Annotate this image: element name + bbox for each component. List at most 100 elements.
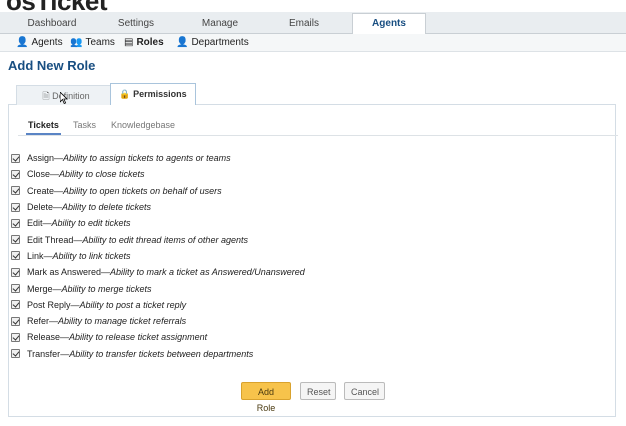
tab-tickets[interactable]: Tickets (26, 119, 61, 135)
section-tabs: 🗎 Definition 🔒 Permissions (8, 83, 616, 106)
tab-settings[interactable]: Settings (94, 14, 178, 34)
permission-checkbox[interactable] (11, 332, 20, 342)
permission-description: Ability to post a ticket reply (79, 299, 187, 310)
permission-checkbox[interactable] (11, 169, 20, 179)
subnav-teams-label: Teams (85, 37, 115, 48)
permission-checkbox[interactable] (11, 153, 20, 163)
permission-checkbox[interactable] (11, 251, 20, 261)
permission-name: Delete (27, 202, 54, 213)
permission-description: Ability to link tickets (52, 250, 131, 261)
reset-button[interactable]: Reset (300, 382, 336, 400)
permission-row-post-reply: Post Reply — Ability to post a ticket re… (11, 297, 611, 313)
permission-separator: — (70, 299, 80, 310)
permission-separator: — (52, 283, 62, 294)
subnav-departments[interactable]: 👤 Departments (176, 37, 249, 48)
departments-icon: 👤 (176, 36, 189, 48)
cancel-button[interactable]: Cancel (344, 382, 385, 400)
permission-checkbox[interactable] (11, 202, 20, 212)
permission-checkbox[interactable] (11, 267, 20, 277)
agent-icon: 👤 (16, 36, 29, 48)
lock-icon: 🔒 (119, 89, 131, 99)
mouse-cursor-icon (60, 92, 68, 104)
permission-row-transfer: Transfer — Ability to transfer tickets b… (11, 346, 611, 362)
permission-separator: — (60, 332, 70, 343)
document-icon: 🗎 (42, 91, 50, 101)
tab-dashboard[interactable]: Dashboard (10, 14, 94, 34)
tab-permissions-label: Permissions (133, 89, 187, 99)
permission-description: Ability to edit tickets (51, 218, 131, 229)
permission-separator: — (49, 316, 59, 327)
permission-description: Ability to close tickets (59, 169, 145, 180)
subnav-agents[interactable]: 👤 Agents (16, 37, 63, 48)
permission-description: Ability to transfer tickets between depa… (69, 348, 254, 359)
subnav-roles[interactable]: ▤ Roles (124, 37, 164, 48)
permission-description: Ability to merge tickets (61, 283, 152, 294)
permission-description: Ability to assign tickets to agents or t… (63, 153, 231, 164)
permission-separator: — (43, 250, 53, 261)
permission-checkbox[interactable] (11, 235, 20, 245)
permission-name: Edit Thread (27, 234, 74, 245)
permission-row-close: Close — Ability to close tickets (11, 166, 611, 182)
permission-description: Ability to mark a ticket as Answered/Una… (110, 267, 305, 278)
permission-row-refer: Refer — Ability to manage ticket referra… (11, 313, 611, 329)
tab-permissions[interactable]: 🔒 Permissions (110, 83, 196, 106)
permission-row-delete: Delete — Ability to delete tickets (11, 199, 611, 215)
permission-separator: — (50, 169, 60, 180)
roles-icon: ▤ (124, 36, 134, 48)
permission-row-release: Release — Ability to release ticket assi… (11, 329, 611, 345)
permission-name: Post Reply (27, 299, 71, 310)
permission-checkbox[interactable] (11, 218, 20, 228)
permission-description: Ability to manage ticket referrals (58, 316, 187, 327)
permission-row-merge: Merge — Ability to merge tickets (11, 280, 611, 296)
permission-row-create: Create — Ability to open tickets on beha… (11, 183, 611, 199)
permission-name: Transfer (27, 348, 61, 359)
permission-row-edit-thread: Edit Thread — Ability to edit thread ite… (11, 231, 611, 247)
tab-emails[interactable]: Emails (262, 14, 346, 34)
permission-separator: — (53, 202, 63, 213)
permission-separator: — (60, 348, 70, 359)
permission-name: Link (27, 250, 44, 261)
permission-row-assign: Assign — Ability to assign tickets to ag… (11, 150, 611, 166)
permission-description: Ability to delete tickets (62, 202, 152, 213)
permission-checkbox[interactable] (11, 300, 20, 310)
permission-name: Refer (27, 316, 50, 327)
permission-checkbox[interactable] (11, 186, 20, 196)
logo-strip: osTicket (0, 0, 626, 12)
tab-knowledgebase[interactable]: Knowledgebase (109, 119, 177, 135)
sub-nav: 👤 Agents 👥 Teams ▤ Roles 👤 Departments (0, 34, 626, 52)
tab-agents[interactable]: Agents (352, 13, 426, 35)
permission-separator: — (54, 185, 64, 196)
subnav-departments-label: Departments (191, 37, 249, 48)
permission-name: Edit (27, 218, 43, 229)
main-nav: Dashboard Settings Manage Emails Agents (0, 12, 626, 35)
add-role-button[interactable]: Add Role (241, 382, 291, 413)
permission-category-tabs: Tickets Tasks Knowledgebase (18, 118, 618, 136)
permission-name: Merge (27, 283, 53, 294)
permission-name: Assign (27, 153, 55, 164)
permission-name: Mark as Answered (27, 267, 102, 278)
subnav-teams[interactable]: 👥 Teams (70, 37, 115, 48)
tab-manage[interactable]: Manage (178, 14, 262, 34)
permissions-list: Assign — Ability to assign tickets to ag… (11, 150, 611, 362)
tab-tasks[interactable]: Tasks (71, 119, 98, 135)
permission-separator: — (101, 267, 111, 278)
permission-row-edit: Edit — Ability to edit tickets (11, 215, 611, 231)
permission-description: Ability to edit thread items of other ag… (82, 234, 248, 245)
permission-separator: — (42, 218, 52, 229)
tab-definition-label: Definition (52, 91, 90, 101)
permission-row-mark-as-answered: Mark as Answered — Ability to mark a tic… (11, 264, 611, 280)
permission-name: Release (27, 332, 61, 343)
permission-name: Close (27, 169, 51, 180)
teams-icon: 👥 (70, 36, 83, 48)
subnav-agents-label: Agents (31, 37, 63, 48)
form-actions: Add Role Reset Cancel (0, 382, 626, 413)
permission-description: Ability to release ticket assignment (69, 332, 208, 343)
permission-name: Create (27, 185, 55, 196)
permission-row-link: Link — Ability to link tickets (11, 248, 611, 264)
permission-checkbox[interactable] (11, 284, 20, 294)
subnav-roles-label: Roles (136, 37, 164, 48)
permission-checkbox[interactable] (11, 349, 20, 359)
page-title: Add New Role (8, 58, 96, 73)
permission-checkbox[interactable] (11, 316, 20, 326)
logo[interactable]: osTicket (6, 0, 108, 12)
